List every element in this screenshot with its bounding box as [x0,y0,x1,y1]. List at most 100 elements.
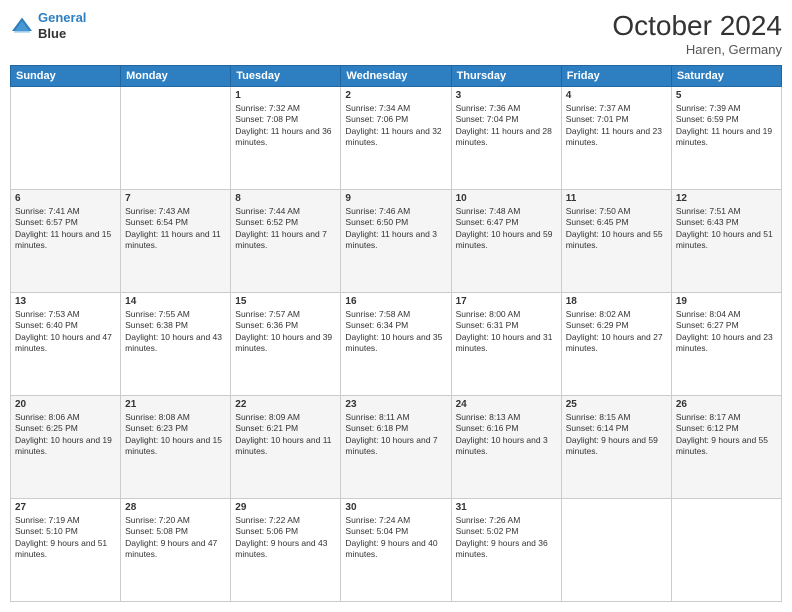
day-info: Sunrise: 7:22 AM Sunset: 5:06 PM Dayligh… [235,515,336,561]
calendar-header-wednesday: Wednesday [341,66,451,87]
day-number: 13 [15,296,116,307]
logo-icon [10,16,34,36]
calendar-header-friday: Friday [561,66,671,87]
calendar-cell: 20Sunrise: 8:06 AM Sunset: 6:25 PM Dayli… [11,396,121,499]
calendar-week-2: 13 Sunrise: 7:53 AM Sunset: 6:40 PM Dayli… [11,293,782,396]
logo-text: General Blue [38,10,86,41]
calendar-week-3: 20Sunrise: 8:06 AM Sunset: 6:25 PM Dayli… [11,396,782,499]
day-number: 8 [235,193,336,204]
day-number: 25 [566,399,667,410]
day-info: Sunrise: 8:04 AM Sunset: 6:27 PM Dayligh… [676,309,777,355]
calendar-cell: 12 Sunrise: 7:51 AM Sunset: 6:43 PM Dayli… [671,190,781,293]
day-info: Sunrise: 8:06 AM Sunset: 6:25 PM Dayligh… [15,412,116,458]
calendar-cell: 28 Sunrise: 7:20 AM Sunset: 5:08 PM Dayli… [121,499,231,602]
day-info: Sunrise: 7:24 AM Sunset: 5:04 PM Dayligh… [345,515,446,561]
day-number: 18 [566,296,667,307]
calendar-cell: 4Sunrise: 7:37 AM Sunset: 7:01 PM Daylig… [561,87,671,190]
calendar-cell: 21 Sunrise: 8:08 AM Sunset: 6:23 PM Dayli… [121,396,231,499]
calendar-cell: 24Sunrise: 8:13 AM Sunset: 6:16 PM Dayli… [451,396,561,499]
day-number: 12 [676,193,777,204]
day-info: Sunrise: 7:51 AM Sunset: 6:43 PM Dayligh… [676,206,777,252]
day-number: 1 [235,90,336,101]
calendar-cell: 2 Sunrise: 7:34 AM Sunset: 7:06 PM Daylig… [341,87,451,190]
calendar-cell: 31 Sunrise: 7:26 AM Sunset: 5:02 PM Dayli… [451,499,561,602]
calendar-week-4: 27Sunrise: 7:19 AM Sunset: 5:10 PM Dayli… [11,499,782,602]
day-info: Sunrise: 7:55 AM Sunset: 6:38 PM Dayligh… [125,309,226,355]
day-number: 3 [456,90,557,101]
calendar-cell: 17 Sunrise: 8:00 AM Sunset: 6:31 PM Dayli… [451,293,561,396]
calendar-cell: 14Sunrise: 7:55 AM Sunset: 6:38 PM Dayli… [121,293,231,396]
day-number: 29 [235,502,336,513]
calendar-cell: 10Sunrise: 7:48 AM Sunset: 6:47 PM Dayli… [451,190,561,293]
calendar-header-saturday: Saturday [671,66,781,87]
logo: General Blue [10,10,86,41]
day-info: Sunrise: 7:32 AM Sunset: 7:08 PM Dayligh… [235,103,336,149]
day-info: Sunrise: 7:34 AM Sunset: 7:06 PM Dayligh… [345,103,446,149]
day-number: 6 [15,193,116,204]
day-info: Sunrise: 8:09 AM Sunset: 6:21 PM Dayligh… [235,412,336,458]
calendar-cell: 1 Sunrise: 7:32 AM Sunset: 7:08 PM Daylig… [231,87,341,190]
day-info: Sunrise: 7:41 AM Sunset: 6:57 PM Dayligh… [15,206,116,252]
calendar-cell: 3 Sunrise: 7:36 AM Sunset: 7:04 PM Daylig… [451,87,561,190]
calendar-cell: 18Sunrise: 8:02 AM Sunset: 6:29 PM Dayli… [561,293,671,396]
day-number: 16 [345,296,446,307]
logo-line1: General [38,10,86,25]
day-number: 21 [125,399,226,410]
day-info: Sunrise: 7:26 AM Sunset: 5:02 PM Dayligh… [456,515,557,561]
calendar-week-0: 1 Sunrise: 7:32 AM Sunset: 7:08 PM Daylig… [11,87,782,190]
calendar-header-monday: Monday [121,66,231,87]
day-info: Sunrise: 7:37 AM Sunset: 7:01 PM Dayligh… [566,103,667,149]
day-number: 15 [235,296,336,307]
day-info: Sunrise: 7:39 AM Sunset: 6:59 PM Dayligh… [676,103,777,149]
day-info: Sunrise: 7:43 AM Sunset: 6:54 PM Dayligh… [125,206,226,252]
calendar-cell: 29 Sunrise: 7:22 AM Sunset: 5:06 PM Dayli… [231,499,341,602]
calendar-cell: 13 Sunrise: 7:53 AM Sunset: 6:40 PM Dayli… [11,293,121,396]
calendar-header-thursday: Thursday [451,66,561,87]
day-info: Sunrise: 8:11 AM Sunset: 6:18 PM Dayligh… [345,412,446,458]
day-number: 7 [125,193,226,204]
day-info: Sunrise: 8:15 AM Sunset: 6:14 PM Dayligh… [566,412,667,458]
calendar-cell [561,499,671,602]
day-info: Sunrise: 7:44 AM Sunset: 6:52 PM Dayligh… [235,206,336,252]
day-info: Sunrise: 7:57 AM Sunset: 6:36 PM Dayligh… [235,309,336,355]
day-info: Sunrise: 8:17 AM Sunset: 6:12 PM Dayligh… [676,412,777,458]
calendar-cell: 7 Sunrise: 7:43 AM Sunset: 6:54 PM Daylig… [121,190,231,293]
day-info: Sunrise: 8:08 AM Sunset: 6:23 PM Dayligh… [125,412,226,458]
calendar-cell: 8 Sunrise: 7:44 AM Sunset: 6:52 PM Daylig… [231,190,341,293]
day-number: 2 [345,90,446,101]
day-number: 22 [235,399,336,410]
calendar-table: SundayMondayTuesdayWednesdayThursdayFrid… [10,65,782,602]
day-number: 5 [676,90,777,101]
calendar-cell: 22 Sunrise: 8:09 AM Sunset: 6:21 PM Dayli… [231,396,341,499]
day-info: Sunrise: 7:19 AM Sunset: 5:10 PM Dayligh… [15,515,116,561]
calendar-cell: 25 Sunrise: 8:15 AM Sunset: 6:14 PM Dayli… [561,396,671,499]
day-info: Sunrise: 7:46 AM Sunset: 6:50 PM Dayligh… [345,206,446,252]
day-number: 10 [456,193,557,204]
day-number: 31 [456,502,557,513]
day-number: 30 [345,502,446,513]
header: General Blue October 2024 Haren, Germany [10,10,782,57]
calendar-cell: 23 Sunrise: 8:11 AM Sunset: 6:18 PM Dayli… [341,396,451,499]
day-info: Sunrise: 7:20 AM Sunset: 5:08 PM Dayligh… [125,515,226,561]
calendar-cell: 6 Sunrise: 7:41 AM Sunset: 6:57 PM Daylig… [11,190,121,293]
page: General Blue October 2024 Haren, Germany… [0,0,792,612]
day-number: 28 [125,502,226,513]
calendar-cell: 9Sunrise: 7:46 AM Sunset: 6:50 PM Daylig… [341,190,451,293]
calendar-cell: 16Sunrise: 7:58 AM Sunset: 6:34 PM Dayli… [341,293,451,396]
day-number: 26 [676,399,777,410]
day-info: Sunrise: 7:36 AM Sunset: 7:04 PM Dayligh… [456,103,557,149]
title-block: October 2024 Haren, Germany [612,10,782,57]
calendar-cell: 19Sunrise: 8:04 AM Sunset: 6:27 PM Dayli… [671,293,781,396]
calendar-cell: 30 Sunrise: 7:24 AM Sunset: 5:04 PM Dayli… [341,499,451,602]
day-info: Sunrise: 7:53 AM Sunset: 6:40 PM Dayligh… [15,309,116,355]
calendar-cell: 11Sunrise: 7:50 AM Sunset: 6:45 PM Dayli… [561,190,671,293]
day-info: Sunrise: 8:00 AM Sunset: 6:31 PM Dayligh… [456,309,557,355]
day-number: 17 [456,296,557,307]
day-number: 23 [345,399,446,410]
calendar-cell [671,499,781,602]
calendar-cell: 5 Sunrise: 7:39 AM Sunset: 6:59 PM Daylig… [671,87,781,190]
logo-line2: Blue [38,26,86,42]
calendar-cell [11,87,121,190]
calendar-cell: 15 Sunrise: 7:57 AM Sunset: 6:36 PM Dayli… [231,293,341,396]
calendar-cell: 26 Sunrise: 8:17 AM Sunset: 6:12 PM Dayli… [671,396,781,499]
